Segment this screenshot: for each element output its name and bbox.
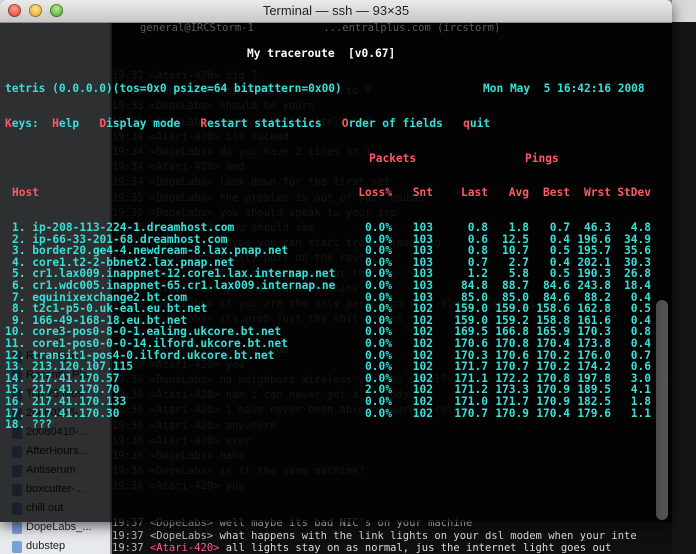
key-label: uit: [469, 116, 491, 130]
packets-group-label: Packets: [369, 151, 417, 165]
hop-cell: 170.4: [536, 406, 570, 420]
hop-cell: 4.8: [630, 221, 651, 235]
scrollbar[interactable]: [656, 300, 668, 520]
hop-host: 6. cr1.wdc005.inappnet-65.cr1.lax009.int…: [12, 279, 336, 293]
hop-host: 1. ip-208-113-224-1.dreamhost.com: [12, 221, 235, 235]
title-bar[interactable]: Terminal — ssh — 93×35: [0, 0, 672, 23]
hop-table: 1. ip-208-113-224-1.dreamhost.com 0.0% 103…: [5, 222, 669, 431]
hop-cell: 88.7: [502, 279, 529, 293]
irc-timestamp: 19:37: [112, 542, 150, 554]
table-row: 18. ???: [5, 419, 669, 431]
table-row: 16. 217.41.170.133 0.0% 102 171.0 171.7 170.9…: [5, 396, 669, 408]
hop-cell: 0.0%: [365, 395, 392, 408]
key-hotkey: H: [52, 116, 59, 130]
hop-cell: 170.4: [536, 337, 570, 351]
hop-cell: 1.1: [630, 406, 651, 420]
key-hotkey: K: [5, 116, 12, 130]
terminal-window[interactable]: Terminal — ssh — 93×35 general@IRCStorm-…: [0, 0, 672, 522]
hop-cell: 0.0%: [365, 406, 392, 420]
irc-nick: <Atari-420>: [149, 542, 220, 554]
key-hotkey: q: [463, 116, 470, 130]
group-header-row: Packets Pings: [5, 151, 669, 165]
hop-cell: 0.0%: [365, 221, 392, 235]
keys-row: Keys: Help Display mode Restart statisti…: [5, 117, 669, 130]
mtr-banner: My traceroute [v0.67]: [247, 47, 396, 61]
hop-cell: 46.3: [584, 221, 611, 235]
key-item[interactable]: quit: [463, 117, 490, 130]
hop-cell: 0.0%: [365, 279, 392, 293]
key-label: elp: [58, 116, 100, 130]
irc-timestamp: 19:37: [112, 529, 150, 542]
key-item[interactable]: Help: [52, 117, 99, 130]
column-header: Best: [543, 186, 570, 200]
hop-cell: 0.0%: [365, 337, 392, 351]
column-header: Wrst: [584, 186, 611, 200]
table-row: 1. ip-208-113-224-1.dreamhost.com 0.0% 103…: [5, 222, 669, 234]
hop-cell: 1.8: [508, 221, 529, 235]
hop-cell: 243.8: [577, 279, 611, 293]
key-item[interactable]: Display mode: [99, 117, 200, 130]
column-header-row: Host Loss% Snt Last Avg Best Wrst StDev: [5, 187, 669, 199]
key-label: eys:: [11, 116, 53, 130]
key-item[interactable]: Keys:: [5, 117, 52, 130]
date-line: Mon May 5 16:42:16 2008: [483, 81, 645, 95]
hop-host: 16. 217.41.170.133: [5, 395, 127, 408]
column-header: Avg: [508, 186, 529, 200]
key-item[interactable]: Order of fields: [342, 117, 463, 130]
hop-cell: 102: [412, 395, 433, 408]
table-row: 6. cr1.wdc005.inappnet-65.cr1.lax009.int…: [5, 280, 669, 292]
irc-line: 19:37 <DopeLabs> what happens with the l…: [112, 530, 637, 542]
irc-message: what happens with the link lights on you…: [213, 529, 637, 542]
column-header: StDev: [617, 186, 651, 200]
hop-cell: 171.7: [495, 395, 529, 408]
hop-cell: 18.4: [624, 279, 651, 293]
hop-cell: 170.9: [495, 406, 529, 420]
hop-cell: 102: [412, 406, 433, 420]
key-item[interactable]: Restart statistics: [200, 117, 341, 130]
hop-host: 11. core1-pos0-0-0-14.ilford.ukcore.bt.n…: [5, 337, 288, 351]
hop-host: 18. ???: [5, 418, 53, 432]
hop-cell: 170.8: [495, 337, 529, 351]
hop-cell: 84.8: [461, 279, 488, 293]
mtr-screen[interactable]: My traceroute [v0.67] tetris (0.0.0.0)(t…: [5, 25, 669, 454]
host-line: tetris (0.0.0.0)(tos=0x0 psize=64 bitpat…: [5, 81, 342, 95]
table-row: 11. core1-pos0-0-0-14.ilford.ukcore.bt.n…: [5, 338, 669, 350]
hop-cell: 173.8: [577, 337, 611, 351]
hop-cell: 182.5: [577, 395, 611, 408]
window-title: Terminal — ssh — 93×35: [262, 3, 410, 18]
column-header: Last: [461, 186, 488, 200]
table-row: 17. 217.41.170.30 0.0% 102 170.7 170.9 170.4 1…: [5, 406, 669, 420]
hop-cell: 0.8: [467, 221, 488, 235]
host-line-row: tetris (0.0.0.0)(tos=0x0 psize=64 bitpat…: [5, 83, 669, 95]
hop-cell: 84.6: [543, 279, 570, 293]
banner-row: My traceroute [v0.67]: [5, 48, 669, 60]
irc-line: 19:37 <Atari-420> all lights stay on as …: [112, 542, 611, 554]
column-header: Loss%: [358, 186, 392, 200]
key-label: isplay mode: [106, 116, 201, 130]
hop-cell: 170.9: [536, 395, 570, 408]
irc-nick: <DopeLabs>: [149, 529, 214, 542]
hop-cell: 170.7: [454, 406, 488, 420]
pings-group-label: Pings: [525, 151, 559, 165]
keys-menu: Keys: Help Display mode Restart statisti…: [5, 117, 490, 130]
column-header: Host: [12, 186, 39, 200]
hop-cell: 103: [412, 221, 433, 235]
irc-message: all lights stay on as normal, jus the in…: [219, 542, 612, 554]
hop-cell: 171.0: [454, 395, 488, 408]
hop-cell: 179.6: [577, 406, 611, 420]
hop-cell: 0.7: [549, 221, 570, 235]
hop-cell: 170.6: [454, 337, 488, 351]
hop-cell: 102: [412, 337, 433, 351]
hop-cell: 103: [412, 279, 433, 293]
key-label: rder of fields: [348, 116, 464, 130]
key-label: estart statistics: [207, 116, 342, 130]
key-hotkey: O: [341, 116, 349, 130]
hop-cell: 0.4: [630, 337, 651, 351]
hop-cell: 1.8: [630, 395, 651, 408]
column-header: Snt: [412, 186, 433, 200]
